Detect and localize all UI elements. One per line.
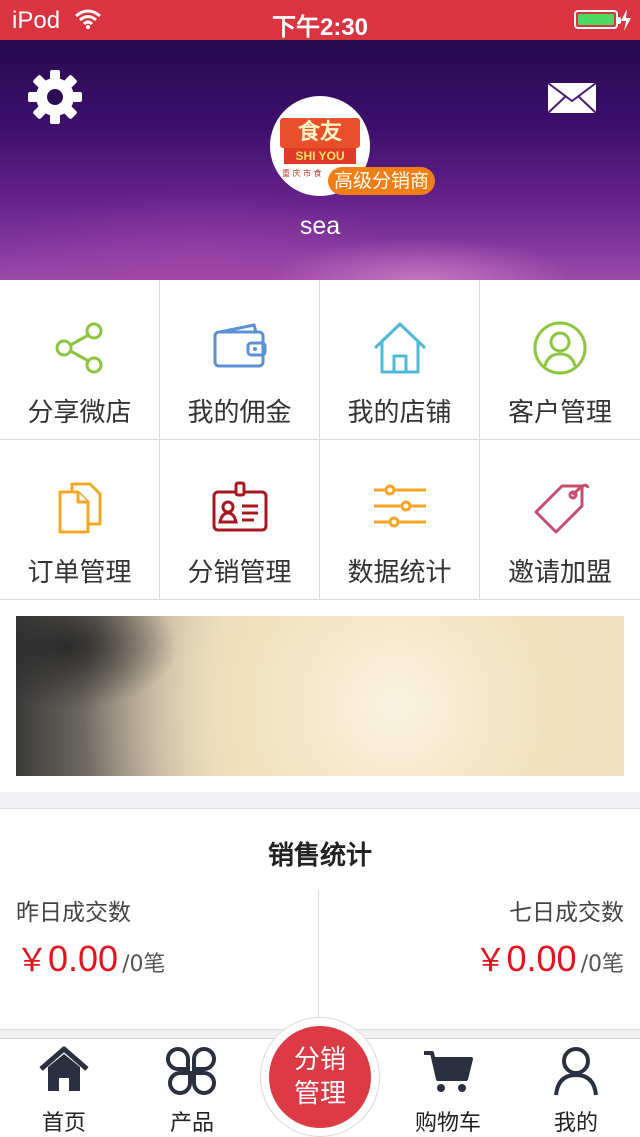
status-time: 下午2:30 [271,14,369,41]
username: sea [299,212,341,240]
tab-cart[interactable]: 购物车 [384,1039,512,1137]
sliders-icon [373,484,426,528]
clover-icon [166,1047,216,1095]
yesterday-label: 昨日成交数 [16,900,131,926]
share-icon [55,322,102,374]
gear-icon[interactable] [26,68,84,126]
status-bar: iPod 下午2:30 [0,0,640,41]
center-label-line2: 管理 [293,1079,346,1109]
menu-label: 数据统计 [347,558,452,588]
seven-day-amount: 0.00 [506,938,577,979]
home-icon [39,1046,89,1091]
profile-header: 食友 SHI YOU 重 庆 市 食 高级分销商 sea [0,40,640,280]
logo-subtitle: SHI YOU [284,148,356,164]
menu-share-shop[interactable]: 分享微店 [0,280,160,440]
menu-my-commission[interactable]: 我的佣金 [160,280,320,440]
mail-icon[interactable] [547,82,597,114]
menu-distribution-management[interactable]: 分销管理 [160,440,320,600]
menu-label: 我的佣金 [187,398,292,428]
menu-invite-join[interactable]: 邀请加盟 [480,440,640,600]
menu-label: 客户管理 [507,398,612,428]
cart-icon [424,1051,473,1092]
seven-day-stat: 七日成交数 ￥0.00/0笔 [324,893,624,981]
seven-day-count: /0笔 [580,952,624,977]
tab-distribution-management[interactable]: 分销 管理 [260,1017,380,1137]
yesterday-value: ￥0.00/0笔 [16,935,316,981]
menu-data-statistics[interactable]: 数据统计 [320,440,480,600]
menu-my-store[interactable]: 我的店铺 [320,280,480,440]
battery-icon [574,10,621,29]
currency-symbol: ￥ [16,941,49,979]
yesterday-count: /0笔 [122,952,166,977]
center-button-face: 分销 管理 [269,1026,371,1128]
seven-day-label: 七日成交数 [509,900,624,926]
banner-image[interactable] [16,616,624,776]
menu-order-management[interactable]: 订单管理 [0,440,160,600]
currency-symbol: ￥ [474,941,507,979]
id-badge-icon [212,481,267,532]
yesterday-stat: 昨日成交数 ￥0.00/0笔 [16,893,316,981]
charging-icon [621,9,631,31]
tab-mine-label: 我的 [553,1111,598,1136]
tab-bar: 首页 产品 分销 管理 购物车 我的 [0,1017,640,1137]
banner-section [0,600,640,792]
sales-stats: 销售统计 昨日成交数 ￥0.00/0笔 七日成交数 ￥0.00/0笔 [0,808,640,1030]
menu-label: 分享微店 [27,398,132,428]
tab-home-label: 首页 [41,1111,86,1136]
menu-label: 邀请加盟 [507,558,612,588]
seven-day-value: ￥0.00/0笔 [324,935,624,981]
logo-title: 食友 [280,118,360,148]
menu-customer-management[interactable]: 客户管理 [480,280,640,440]
menu-label: 我的店铺 [347,398,452,428]
tab-products[interactable]: 产品 [128,1039,256,1137]
wallet-icon [213,323,266,368]
tab-products-label: 产品 [169,1111,214,1136]
user-icon [554,1047,598,1096]
yesterday-amount: 0.00 [48,938,119,979]
center-label-line1: 分销 [293,1045,346,1075]
tab-home[interactable]: 首页 [0,1039,128,1137]
level-badge: 高级分销商 [328,167,436,195]
stats-title: 销售统计 [267,841,372,871]
tab-cart-label: 购物车 [414,1111,481,1136]
home-icon [373,322,426,374]
user-circle-icon [533,321,587,375]
menu-label: 订单管理 [27,558,132,588]
stats-divider [318,889,319,1029]
tab-mine[interactable]: 我的 [512,1039,640,1137]
menu-label: 分销管理 [187,558,292,588]
documents-icon [58,482,101,534]
menu-grid: 分享微店 我的佣金 我的店铺 客户管理 订单管理 分销管理 数据统计 邀请加盟 [0,280,640,600]
tag-icon [534,483,590,534]
